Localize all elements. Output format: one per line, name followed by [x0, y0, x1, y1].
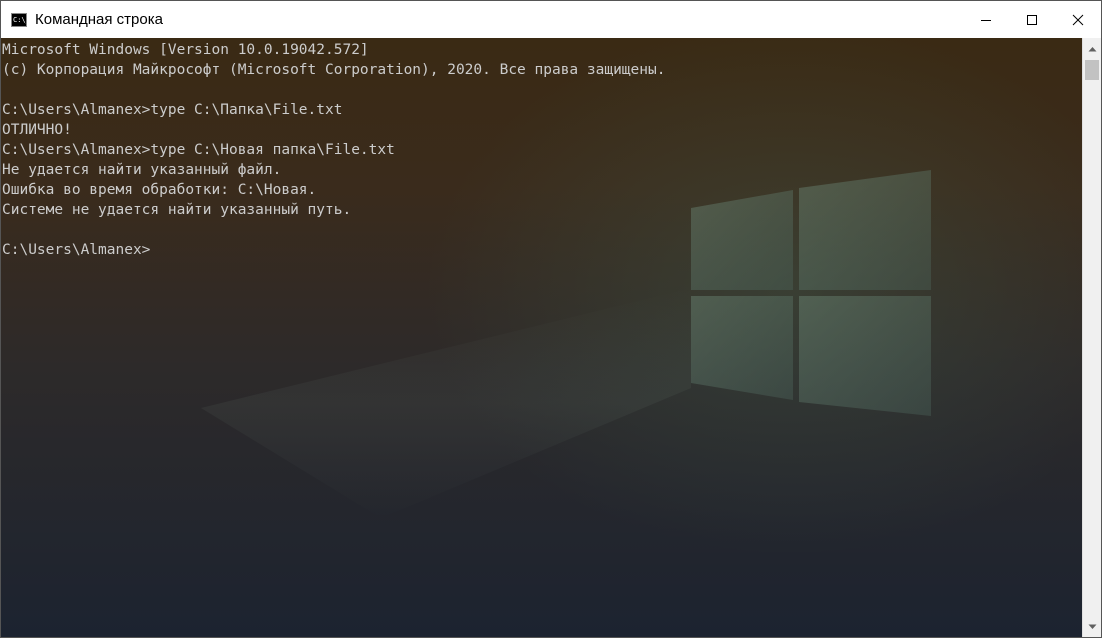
wallpaper-light-beam — [201, 288, 691, 518]
minimize-button[interactable] — [963, 1, 1009, 38]
console-output: Microsoft Windows [Version 10.0.19042.57… — [2, 40, 665, 260]
minimize-icon — [981, 19, 991, 21]
scroll-up-button[interactable] — [1083, 40, 1101, 58]
console-line: ОТЛИЧНО! — [2, 122, 72, 138]
title-bar[interactable]: C:\_ Командная строка — [1, 1, 1101, 38]
wallpaper-pane-bottom-right — [799, 296, 931, 416]
console-line: Ошибка во время обработки: C:\Новая. — [2, 182, 317, 198]
cmd-icon: C:\_ — [11, 12, 27, 27]
console-line: Не удается найти указанный файл. — [2, 162, 282, 178]
scrollbar-thumb[interactable] — [1085, 60, 1099, 80]
maximize-icon — [1027, 14, 1037, 25]
console-line: (c) Корпорация Майкрософт (Microsoft Cor… — [2, 62, 666, 78]
window-controls — [963, 1, 1101, 38]
chevron-up-icon — [1088, 47, 1096, 52]
window-title: Командная строка — [35, 11, 163, 28]
close-button[interactable] — [1055, 1, 1101, 38]
chevron-down-icon — [1088, 624, 1096, 629]
console-line: Системе не удается найти указанный путь. — [2, 202, 352, 218]
console-line: Microsoft Windows [Version 10.0.19042.57… — [2, 42, 369, 58]
vertical-scrollbar[interactable] — [1082, 38, 1101, 637]
close-icon — [1072, 14, 1084, 25]
scroll-down-button[interactable] — [1083, 618, 1101, 636]
console-area[interactable]: Microsoft Windows [Version 10.0.19042.57… — [1, 38, 1082, 637]
cmd-window: C:\_ Командная строка — [0, 0, 1102, 638]
wallpaper-pane-top-left — [691, 190, 793, 290]
console-line: C:\Users\Almanex>type C:\Новая папка\Fil… — [2, 142, 395, 158]
wallpaper-pane-top-right — [799, 170, 931, 290]
console-line: C:\Users\Almanex> — [2, 242, 151, 258]
maximize-button[interactable] — [1009, 1, 1055, 38]
wallpaper-pane-bottom-left — [691, 296, 793, 400]
console-line: C:\Users\Almanex>type C:\Папка\File.txt — [2, 102, 343, 118]
